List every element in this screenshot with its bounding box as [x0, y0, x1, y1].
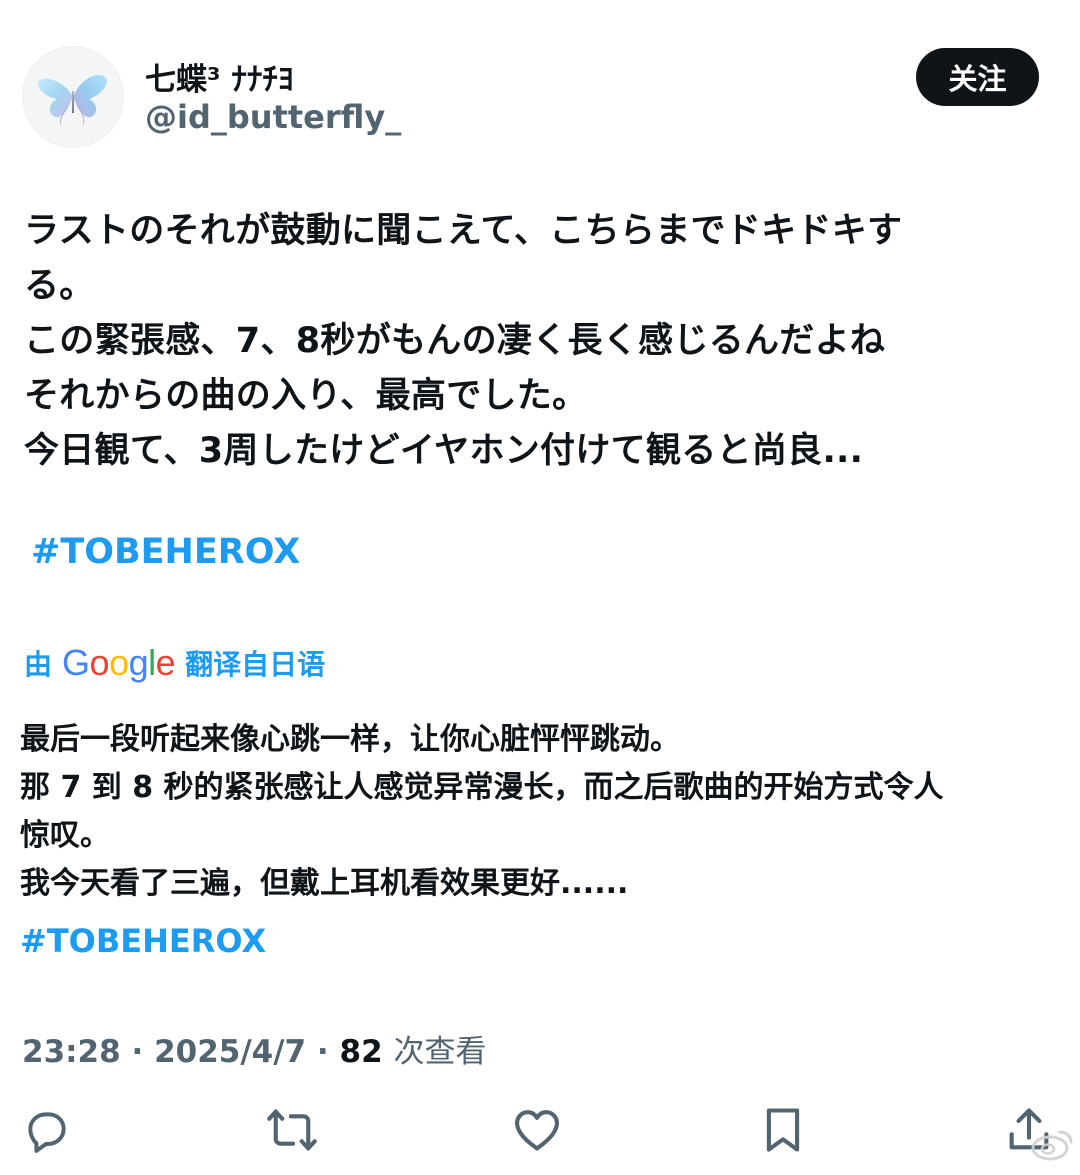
meta-separator: ·: [120, 1034, 155, 1070]
bookmark-icon: [766, 1108, 800, 1152]
views-count: 82: [339, 1034, 383, 1070]
bookmark-button[interactable]: [757, 1104, 809, 1156]
retweet-icon: [267, 1109, 317, 1151]
tweet-time[interactable]: 23:28: [22, 1034, 121, 1070]
reply-icon: [28, 1112, 66, 1153]
tweet-line: 今日観て、3周したけどイヤホン付けて観ると尚良...: [24, 431, 864, 471]
hashtag-link[interactable]: #TOBEHEROX: [31, 532, 300, 572]
retweet-button[interactable]: [266, 1104, 318, 1156]
views-label: 次查看: [393, 1034, 487, 1070]
translated-line: 那 7 到 8 秒的紧张感让人感觉异常漫长，而之后歌曲的开始方式令人: [20, 770, 944, 805]
tweet-line: それからの曲の入り、最高でした。: [24, 376, 588, 416]
translated-line: 最后一段听起来像心跳一样，让你心脏怦怦跳动。: [20, 722, 680, 757]
google-logo: Google: [62, 642, 176, 683]
tweet-line: ラストのそれが鼓動に聞こえて、こちらまでドキドキす: [24, 211, 903, 251]
tweet-text: ラストのそれが鼓動に聞こえて、こちらまでドキドキす る。 この緊張感、7、8秒が…: [24, 204, 1034, 479]
translated-text: 最后一段听起来像心跳一样，让你心脏怦怦跳动。 那 7 到 8 秒的紧张感让人感觉…: [20, 716, 1060, 908]
reply-button[interactable]: [21, 1104, 73, 1156]
translated-line: 我今天看了三遍，但戴上耳机看效果更好......: [20, 866, 629, 901]
butterfly-avatar-icon: [38, 75, 107, 126]
tweet-date[interactable]: 2025/4/7: [154, 1034, 306, 1070]
avatar[interactable]: [22, 46, 124, 148]
tweet-meta: 23:28 · 2025/4/7 · 82 次查看: [22, 1026, 486, 1071]
translation-attribution[interactable]: 由 Google 翻译自日语: [24, 640, 325, 686]
heart-icon: [515, 1110, 559, 1151]
translated-line: 惊叹。: [20, 818, 110, 853]
translated-hashtag-link[interactable]: #TOBEHEROX: [20, 922, 266, 960]
follow-button[interactable]: 关注: [916, 48, 1039, 106]
tweet-line: る。: [24, 266, 95, 306]
tweet-line: この緊張感、7、8秒がもんの凄く長く感じるんだよね: [24, 321, 886, 361]
display-name[interactable]: 七蝶³ ﾅﾅﾁﾖ: [145, 54, 293, 99]
weibo-watermark-icon: [1031, 1130, 1073, 1161]
translation-source-language: 翻译自日语: [185, 648, 326, 681]
user-handle[interactable]: @id_butterfly_: [145, 98, 401, 136]
like-button[interactable]: [511, 1104, 563, 1156]
meta-separator: ·: [306, 1034, 340, 1070]
translation-prefix: 由: [24, 648, 53, 681]
